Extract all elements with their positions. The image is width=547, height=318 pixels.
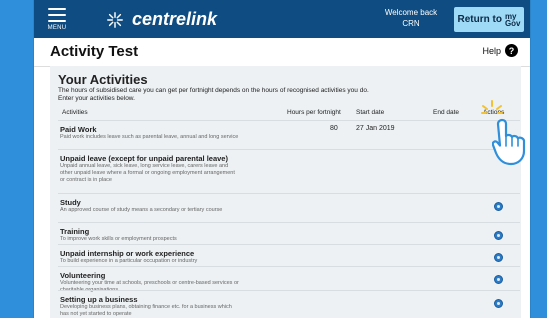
help-icon: ?	[505, 44, 518, 57]
brand-name: centrelink	[132, 9, 218, 29]
activity-title: Volunteering	[60, 271, 106, 280]
return-to-mygov-button[interactable]: Return to my Gov	[453, 6, 525, 33]
col-activities: Activities	[62, 109, 88, 116]
col-hours: Hours per fortnight	[287, 109, 341, 116]
table-row: Training To improve work skills or emplo…	[58, 222, 520, 245]
crn-label: CRN	[402, 19, 420, 28]
add-study-icon[interactable]	[494, 202, 503, 211]
add-training-icon[interactable]	[494, 231, 503, 240]
activity-description: An approved course of study means a seco…	[60, 207, 223, 213]
activity-title: Unpaid leave (except for unpaid parental…	[60, 154, 228, 163]
col-end: End date	[433, 109, 460, 116]
add-business-icon[interactable]	[494, 299, 503, 308]
welcome-line: Welcome back	[384, 8, 438, 17]
mygov-logo: my Gov	[504, 12, 521, 28]
table-row: Study An approved course of study means …	[58, 193, 520, 223]
activity-title: Training	[60, 227, 90, 236]
table-header: Activities Hours per fortnight Start dat…	[58, 109, 520, 119]
centrelink-star-icon	[107, 11, 123, 28]
table-row: Unpaid internship or work experience To …	[58, 244, 520, 267]
activity-title: Setting up a business	[60, 295, 138, 304]
add-internship-icon[interactable]	[494, 253, 503, 262]
activity-description: Developing business plans, obtaining fin…	[60, 304, 232, 317]
intro-text: The hours of subsidised care you can get…	[58, 87, 498, 103]
return-label: Return to	[457, 14, 502, 25]
page-title-bar: Activity Test Help ?	[34, 38, 530, 67]
hand-pointer-icon	[492, 118, 526, 166]
activity-start-date: 27 Jan 2019	[356, 125, 395, 132]
col-start: Start date	[356, 109, 385, 116]
centrelink-logo[interactable]: centrelink	[106, 9, 217, 30]
intro-line: The hours of subsidised care you can get…	[58, 87, 369, 94]
activity-title: Unpaid internship or work experience	[60, 249, 195, 258]
table-row: Setting up a business Developing busines…	[58, 290, 520, 318]
hamburger-icon	[48, 8, 66, 22]
menu-label: MENU	[47, 25, 67, 31]
activity-title: Paid Work	[60, 125, 97, 134]
activity-hours: 80	[330, 125, 338, 132]
table-row: Paid Work Paid work includes leave such …	[58, 120, 520, 150]
activities-panel: Your Activities The hours of subsidised …	[50, 66, 521, 318]
activity-title: Study	[60, 198, 81, 207]
activity-description: Unpaid annual leave, sick leave, long se…	[60, 163, 235, 183]
app-window: MENU centrelink Welcome back CRN Return …	[34, 0, 530, 318]
help-label: Help	[482, 45, 501, 56]
add-volunteering-icon[interactable]	[494, 275, 503, 284]
intro-line: Enter your activities below.	[58, 95, 135, 102]
help-link[interactable]: Help ?	[482, 44, 518, 57]
activity-description: To improve work skills or employment pro…	[60, 236, 177, 242]
header-bar: MENU centrelink Welcome back CRN Return …	[34, 0, 530, 38]
activity-description: Paid work includes leave such as parenta…	[60, 134, 239, 140]
page-title: Activity Test	[50, 43, 139, 60]
mygov-gov: Gov	[504, 18, 521, 28]
section-heading: Your Activities	[58, 72, 148, 87]
activity-description: To build experience in a particular occu…	[60, 258, 198, 264]
menu-button[interactable]: MENU	[44, 6, 70, 34]
table-row: Unpaid leave (except for unpaid parental…	[58, 149, 520, 194]
welcome-message: Welcome back CRN	[366, 7, 456, 29]
table-row: Volunteering Volunteering your time at s…	[58, 266, 520, 293]
